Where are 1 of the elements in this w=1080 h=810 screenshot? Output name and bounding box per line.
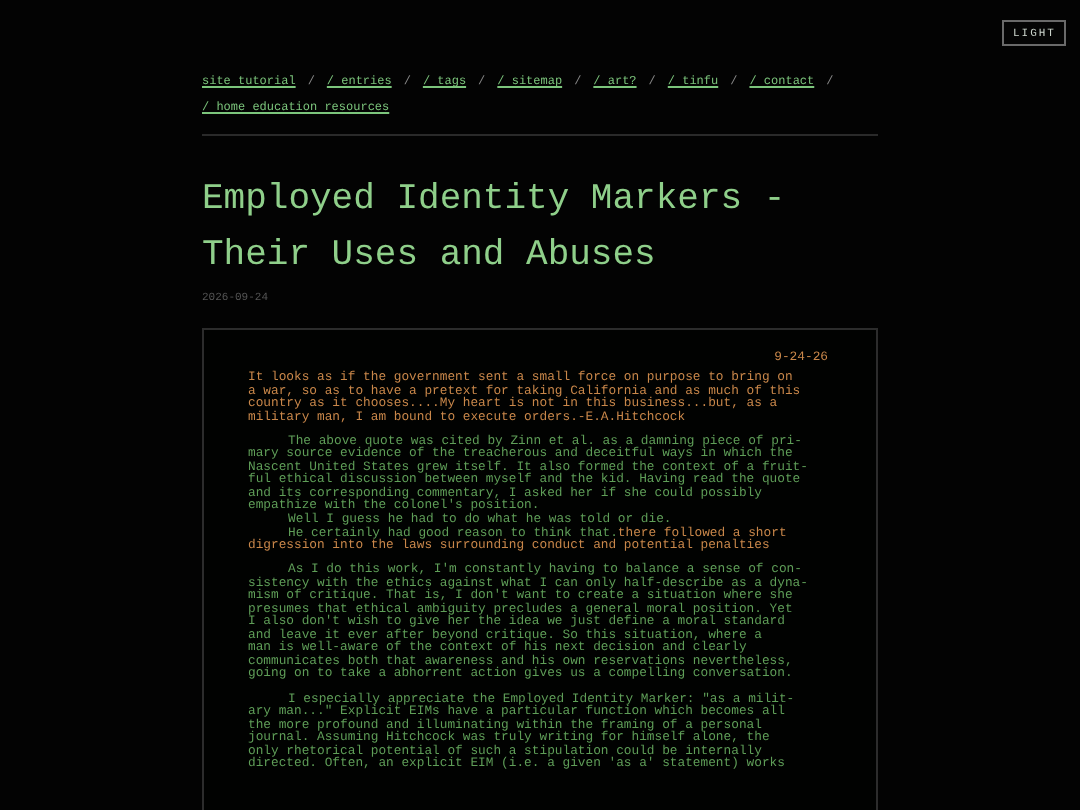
post-title: Employed Identity Markers - Their Uses and Abuses	[202, 178, 788, 280]
